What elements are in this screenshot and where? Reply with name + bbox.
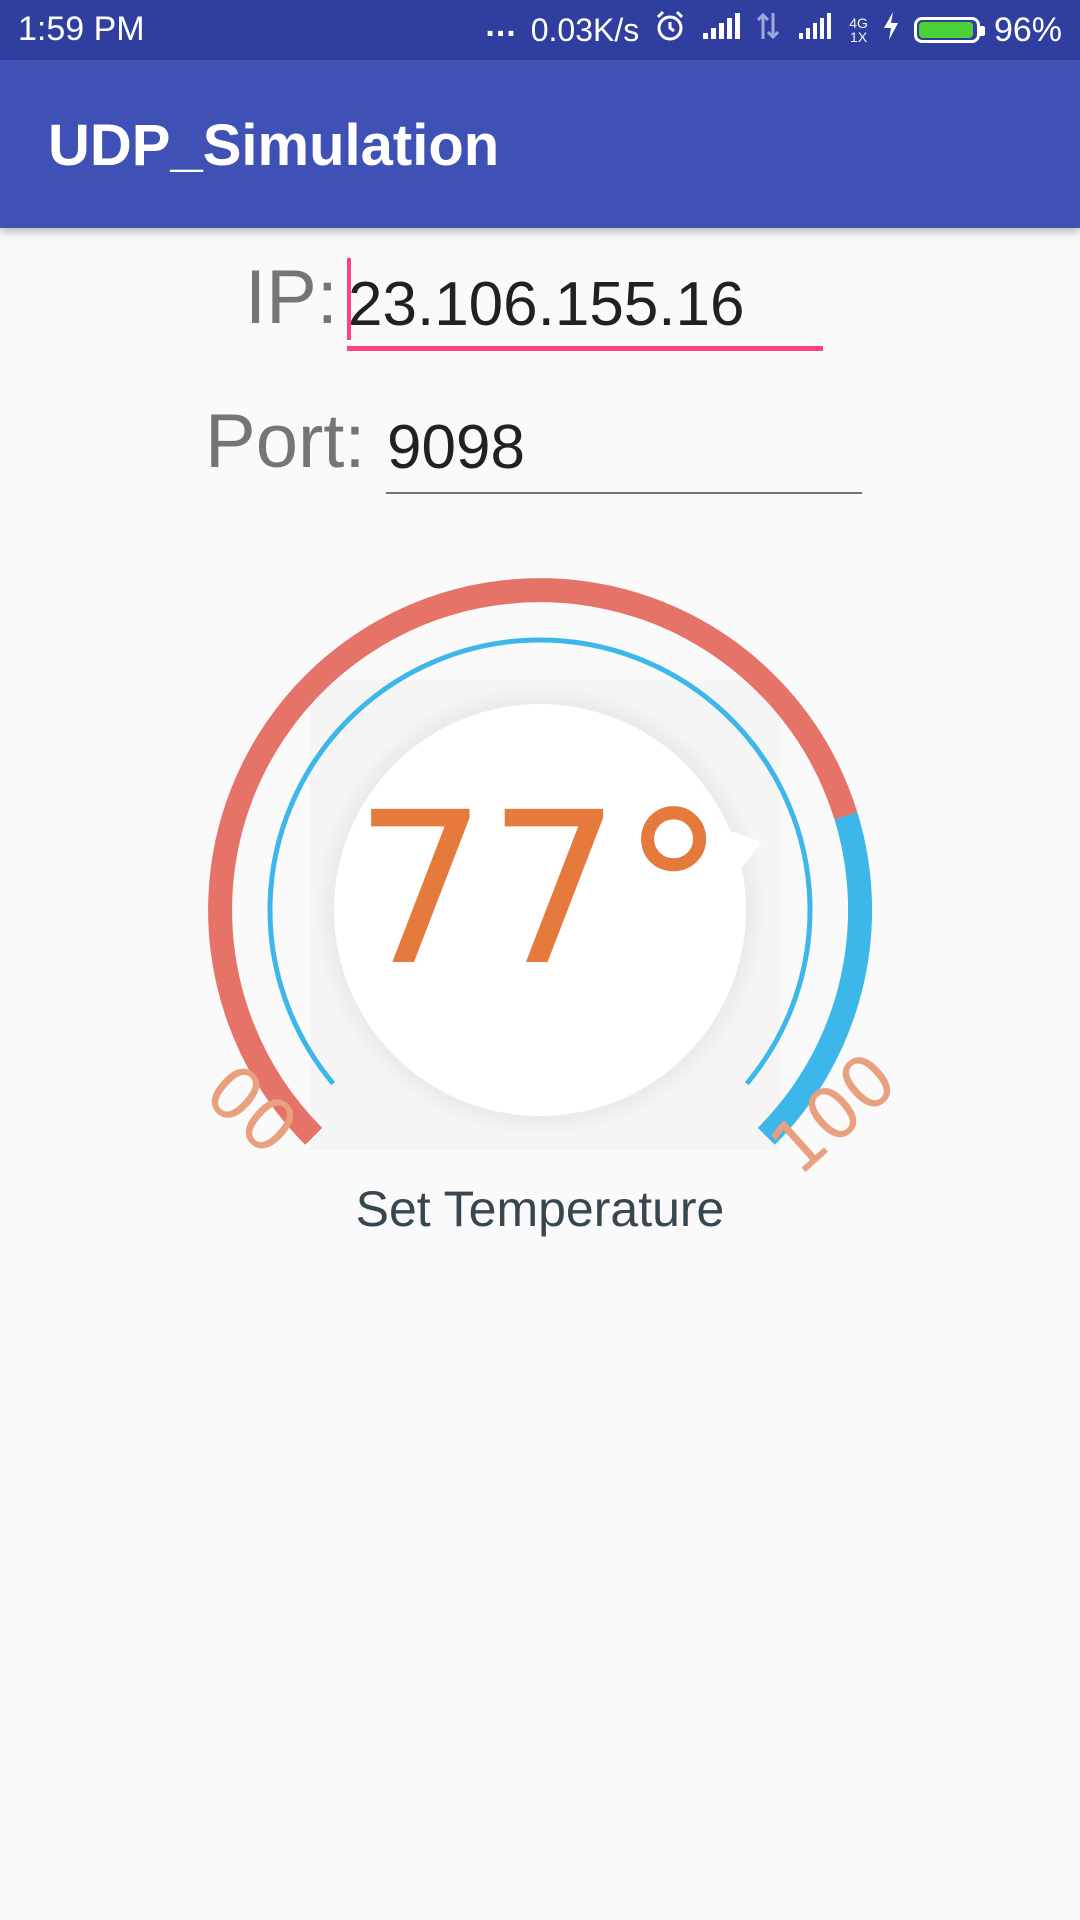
network-type-label: 4G 1X — [849, 16, 868, 44]
alarm-icon — [653, 9, 687, 52]
data-arrows-icon — [755, 11, 781, 50]
battery-percent: 96% — [993, 10, 1062, 49]
network-speed: 0.03K/s — [530, 11, 640, 48]
ip-label: IP: — [245, 255, 338, 340]
temperature-value: 77° — [353, 767, 727, 1012]
text-cursor — [347, 258, 351, 340]
more-notifications-icon: ... — [485, 5, 517, 44]
port-label: Port: — [205, 399, 366, 484]
status-bar: 1:59 PM ... 0.03K/s 4G 1X 96% — [0, 0, 1080, 60]
network-type-bottom: 1X — [850, 29, 868, 45]
status-time: 1:59 PM — [18, 10, 145, 48]
app-title: UDP_Simulation — [48, 113, 500, 178]
ip-input[interactable] — [348, 270, 818, 340]
scale-min-label: 00 — [190, 1048, 314, 1172]
port-input[interactable] — [387, 413, 857, 483]
signal-icon — [701, 11, 741, 50]
screen: 1:59 PM ... 0.03K/s 4G 1X 96% UDP_Simula… — [0, 0, 1080, 1920]
port-input-underline — [386, 492, 862, 494]
battery-level-fill — [918, 22, 973, 38]
status-icons: ... 0.03K/s 4G 1X 96% — [485, 5, 1062, 52]
battery-icon — [913, 17, 985, 43]
signal-4g-icon — [795, 11, 835, 50]
set-temperature-label: Set Temperature — [355, 1181, 725, 1237]
ip-input-underline — [347, 346, 823, 351]
charging-bolt-icon — [882, 11, 900, 50]
app-bar: UDP_Simulation — [0, 60, 1080, 228]
